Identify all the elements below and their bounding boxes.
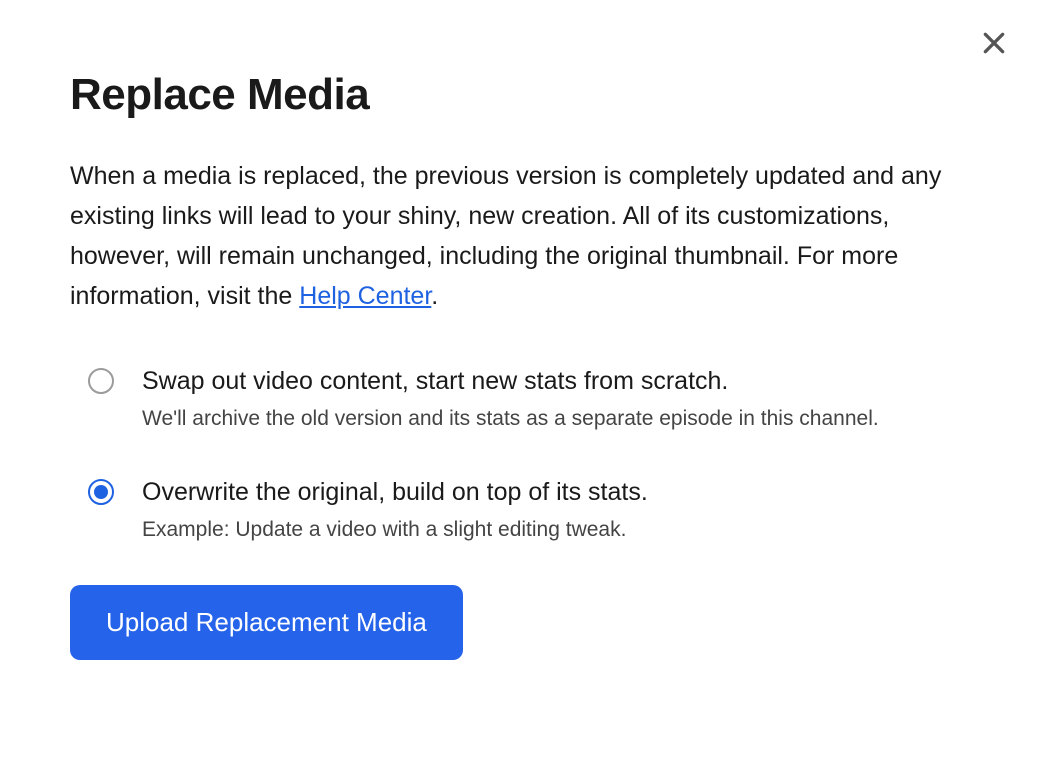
upload-replacement-button[interactable]: Upload Replacement Media bbox=[70, 585, 463, 660]
replace-options: Swap out video content, start new stats … bbox=[70, 364, 970, 545]
dialog-description: When a media is replaced, the previous v… bbox=[70, 156, 970, 316]
option-overwrite[interactable]: Overwrite the original, build on top of … bbox=[88, 475, 970, 546]
option-swap-text: Swap out video content, start new stats … bbox=[142, 364, 970, 435]
option-overwrite-sub: Example: Update a video with a slight ed… bbox=[142, 514, 970, 546]
radio-overwrite[interactable] bbox=[88, 479, 114, 505]
description-text-post: . bbox=[431, 282, 438, 310]
description-text-pre: When a media is replaced, the previous v… bbox=[70, 162, 941, 310]
option-swap[interactable]: Swap out video content, start new stats … bbox=[88, 364, 970, 435]
option-swap-sub: We'll archive the old version and its st… bbox=[142, 403, 970, 435]
option-swap-label: Swap out video content, start new stats … bbox=[142, 364, 970, 399]
close-button[interactable] bbox=[978, 28, 1010, 60]
dialog-title: Replace Media bbox=[70, 70, 970, 120]
option-overwrite-label: Overwrite the original, build on top of … bbox=[142, 475, 970, 510]
help-center-link[interactable]: Help Center bbox=[299, 282, 431, 310]
option-overwrite-text: Overwrite the original, build on top of … bbox=[142, 475, 970, 546]
radio-swap[interactable] bbox=[88, 368, 114, 394]
dialog-content: Replace Media When a media is replaced, … bbox=[0, 0, 1040, 660]
close-icon bbox=[981, 30, 1007, 59]
